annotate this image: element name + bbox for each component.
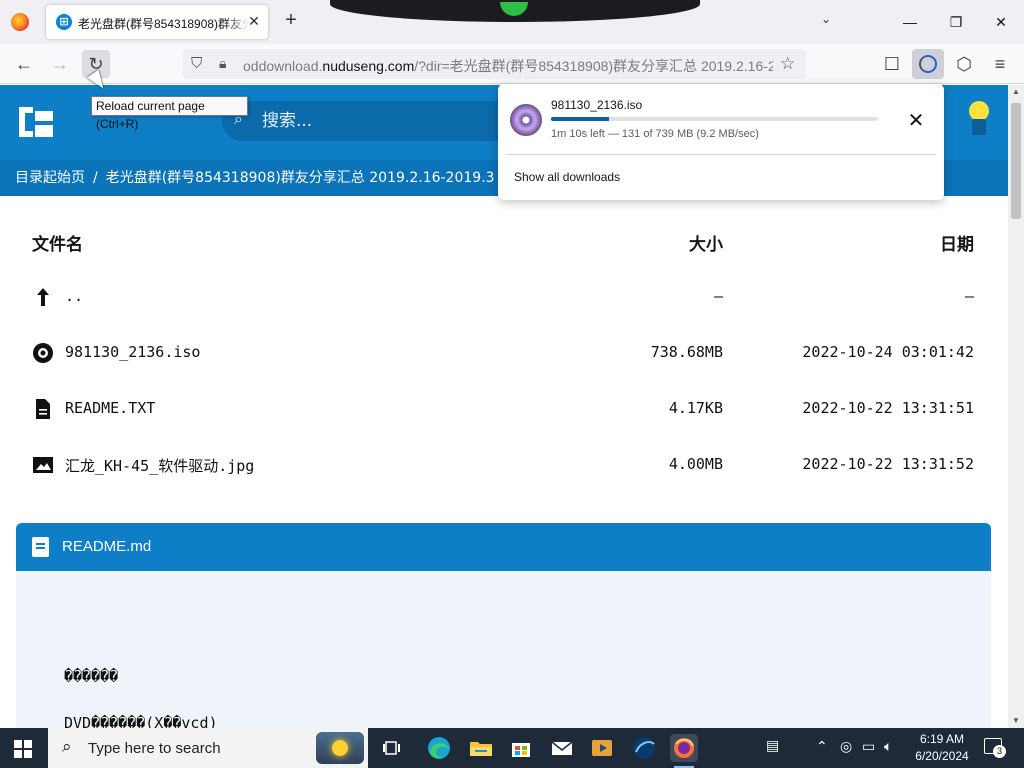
tracking-protection-icon[interactable]: ⛉: [191, 55, 202, 72]
table-row[interactable]: 汇龙_KH-45_软件驱动.jpg 4.00MB 2022-10-22 13:3…: [0, 436, 1008, 492]
download-status: 1m 10s left — 131 of 739 MB (9.2 MB/sec): [551, 128, 759, 140]
microsoft-store-icon[interactable]: [507, 734, 535, 762]
scrollbar-thumb[interactable]: [1011, 103, 1021, 219]
weather-highlight-icon[interactable]: [316, 732, 364, 764]
file-size: 4.17KB: [668, 399, 723, 417]
column-header-date[interactable]: 日期: [940, 230, 974, 255]
address-bar[interactable]: ⛉ 🔒︎ oddownload.nuduseng.com/?dir=老光盘群(群…: [183, 49, 806, 79]
mail-icon[interactable]: [548, 734, 576, 762]
url-text[interactable]: oddownload.nuduseng.com/?dir=老光盘群(群号8543…: [243, 56, 773, 76]
site-security-icon[interactable]: 🔒︎: [219, 55, 226, 72]
file-date: 2022-10-22 13:31:51: [802, 399, 974, 417]
tab-strip: ⊞ 老光盘群(群号854318908)群友分享汇总 ✕ + ⌄ — ❐ ✕: [0, 0, 1024, 44]
meet-now-icon[interactable]: ◎: [840, 738, 852, 755]
scroll-down-icon[interactable]: ▼: [1008, 714, 1024, 728]
show-all-downloads-button[interactable]: Show all downloads: [514, 170, 620, 184]
task-view-icon[interactable]: [378, 734, 406, 762]
file-date: 2022-10-22 13:31:52: [802, 455, 974, 473]
window-close-button[interactable]: ✕: [989, 10, 1013, 34]
file-size: —: [713, 287, 723, 305]
table-row[interactable]: 981130_2136.iso 738.68MB 2022-10-24 03:0…: [0, 324, 1008, 380]
column-header-name[interactable]: 文件名: [32, 230, 83, 255]
reload-tooltip: Reload current page (Ctrl+R): [91, 96, 248, 131]
file-name[interactable]: README.TXT: [65, 399, 155, 417]
column-header-size[interactable]: 大小: [689, 230, 723, 255]
iso-file-icon: [510, 104, 542, 136]
file-date: 2022-10-24 03:01:42: [802, 343, 974, 361]
site-search[interactable]: ⌕: [222, 101, 522, 141]
file-name[interactable]: 汇龙_KH-45_软件驱动.jpg: [65, 455, 254, 476]
breadcrumb-separator: /: [93, 170, 98, 186]
news-widget-icon[interactable]: ▤: [766, 737, 779, 754]
image-icon: [33, 457, 53, 473]
firefox-taskbar-icon[interactable]: [670, 734, 698, 768]
readme-card: README.md ������ DVD������(X��vcd): [16, 523, 991, 732]
table-row[interactable]: README.TXT 4.17KB 2022-10-22 13:31:51: [0, 380, 1008, 436]
extensions-button[interactable]: ⬡: [950, 50, 978, 78]
list-all-tabs-button[interactable]: ⌄: [816, 12, 836, 32]
file-name[interactable]: ..: [65, 287, 83, 305]
edge-icon[interactable]: [425, 734, 453, 762]
tab-close-icon[interactable]: ✕: [246, 13, 262, 29]
media-player-icon[interactable]: [588, 734, 616, 762]
back-button[interactable]: ←: [10, 50, 38, 78]
page-scrollbar[interactable]: ▲ ▼: [1008, 85, 1024, 728]
scroll-up-icon[interactable]: ▲: [1008, 85, 1024, 99]
firefox-icon[interactable]: [11, 13, 29, 31]
parent-dir-icon: [37, 288, 49, 306]
file-date: —: [964, 287, 974, 305]
taskbar-search[interactable]: ⌕ Type here to search: [48, 728, 368, 768]
maximize-button[interactable]: ❐: [944, 10, 968, 34]
readme-header: README.md: [16, 523, 991, 571]
browser-tab[interactable]: ⊞ 老光盘群(群号854318908)群友分享汇总 ✕: [46, 5, 268, 39]
document-icon: [36, 399, 50, 419]
taskbar-search-placeholder: Type here to search: [88, 740, 221, 757]
app-menu-button[interactable]: ≡: [986, 50, 1014, 78]
volume-muted-icon[interactable]: 🔈︎: [884, 738, 892, 755]
download-progress-bar: [551, 117, 878, 121]
clock-date: 6/20/2024: [915, 749, 969, 763]
window-decoration: [330, 0, 700, 22]
pocket-button[interactable]: ☐: [878, 50, 906, 78]
notification-center-icon[interactable]: 3: [984, 738, 1006, 758]
forward-button[interactable]: →: [46, 50, 74, 78]
file-size: 738.68MB: [650, 343, 723, 361]
download-progress-icon: [919, 55, 937, 73]
new-tab-button[interactable]: +: [280, 10, 302, 32]
file-name[interactable]: 981130_2136.iso: [65, 343, 200, 361]
site-logo-icon[interactable]: [19, 107, 53, 137]
system-clock[interactable]: 6:19 AM 6/20/2024: [908, 731, 976, 765]
search-input[interactable]: [262, 108, 502, 134]
panel-divider: [506, 154, 936, 155]
disc-icon: [33, 343, 53, 363]
cancel-download-button[interactable]: ✕: [903, 108, 929, 134]
search-icon: ⌕: [62, 737, 72, 756]
table-row[interactable]: .. — —: [0, 268, 1008, 324]
clock-time: 6:19 AM: [919, 732, 965, 746]
windows-taskbar: ⌕ Type here to search ▤ ⌃ ◎ ▭ 🔈︎ 6:19 AM…: [0, 728, 1024, 768]
theme-toggle-icon[interactable]: [966, 101, 992, 137]
downloads-button[interactable]: [912, 49, 944, 79]
windows-start-icon[interactable]: [14, 740, 32, 758]
tab-title: 老光盘群(群号854318908)群友分享汇总: [78, 17, 250, 31]
file-size: 4.00MB: [668, 455, 723, 473]
minimize-button[interactable]: —: [898, 10, 922, 34]
notification-count: 3: [993, 745, 1006, 758]
breadcrumb-current: 老光盘群(群号854318908)群友分享汇总 2019.2.16-2019.3: [105, 170, 495, 186]
downloads-panel: 981130_2136.iso 1m 10s left — 131 of 739…: [498, 84, 944, 200]
readme-title: README.md: [62, 538, 152, 555]
breadcrumb-home-link[interactable]: 目录起始页: [15, 170, 85, 186]
bookmark-star-icon[interactable]: ☆: [780, 54, 795, 74]
network-icon[interactable]: ▭: [862, 738, 875, 755]
site-favicon-icon: ⊞: [56, 14, 72, 30]
show-hidden-icons-icon[interactable]: ⌃: [816, 738, 828, 755]
readme-line: ������: [64, 667, 119, 685]
app-icon[interactable]: [630, 734, 658, 762]
download-filename[interactable]: 981130_2136.iso: [551, 98, 642, 112]
file-explorer-icon[interactable]: [467, 734, 495, 762]
book-icon: [32, 537, 49, 557]
